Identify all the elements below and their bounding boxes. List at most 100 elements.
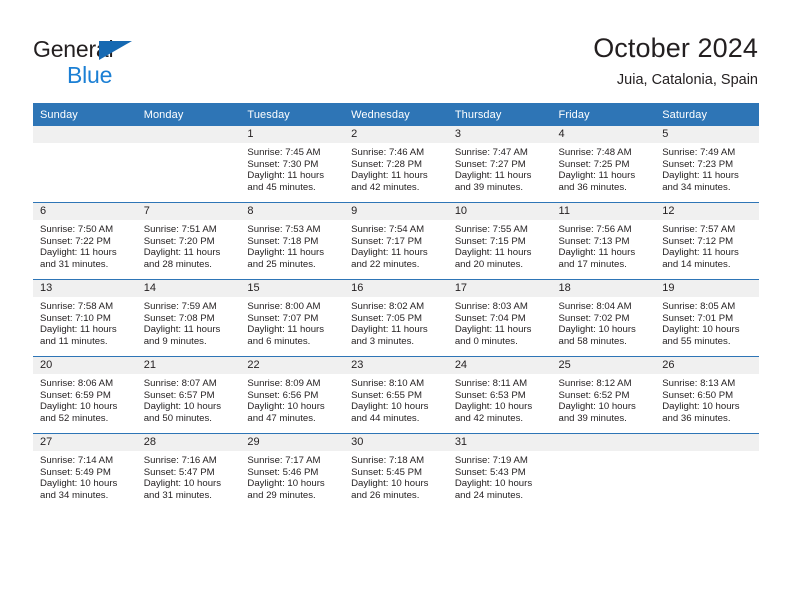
day-cell[interactable]: 3 Sunrise: 7:47 AM Sunset: 7:27 PM Dayli… bbox=[447, 126, 552, 203]
day-cell[interactable]: 20 Sunrise: 8:06 AM Sunset: 6:59 PM Dayl… bbox=[33, 356, 137, 434]
day-details: Sunrise: 7:49 AM Sunset: 7:23 PM Dayligh… bbox=[662, 147, 739, 194]
day-number: 24 bbox=[447, 357, 552, 374]
day-cell[interactable]: 5 Sunrise: 7:49 AM Sunset: 7:23 PM Dayli… bbox=[655, 126, 759, 203]
day-cell[interactable]: 26 Sunrise: 8:13 AM Sunset: 6:50 PM Dayl… bbox=[655, 356, 759, 434]
day-cell[interactable]: 25 Sunrise: 8:12 AM Sunset: 6:52 PM Dayl… bbox=[551, 356, 656, 434]
day-number: 29 bbox=[240, 434, 345, 451]
day-number bbox=[136, 126, 241, 143]
day-number: 11 bbox=[551, 203, 656, 220]
day-details: Sunrise: 8:06 AM Sunset: 6:59 PM Dayligh… bbox=[40, 378, 118, 425]
day-details: Sunrise: 8:11 AM Sunset: 6:53 PM Dayligh… bbox=[454, 378, 533, 425]
day-number: 22 bbox=[240, 357, 345, 374]
day-details bbox=[137, 143, 241, 147]
day-details: Sunrise: 7:57 AM Sunset: 7:12 PM Dayligh… bbox=[662, 224, 739, 271]
day-details: Sunrise: 7:19 AM Sunset: 5:43 PM Dayligh… bbox=[454, 455, 533, 502]
weekday-header-saturday: Saturday bbox=[655, 103, 759, 126]
day-details: Sunrise: 7:17 AM Sunset: 5:46 PM Dayligh… bbox=[247, 455, 325, 502]
day-cell[interactable]: 31 Sunrise: 7:19 AM Sunset: 5:43 PM Dayl… bbox=[447, 433, 552, 510]
day-cell[interactable]: 8 Sunrise: 7:53 AM Sunset: 7:18 PM Dayli… bbox=[240, 202, 345, 280]
brand-logo-top-row: General bbox=[33, 36, 183, 62]
day-cell[interactable]: 14 Sunrise: 7:59 AM Sunset: 7:08 PM Dayl… bbox=[136, 279, 241, 357]
calendar-week-row: 13 Sunrise: 7:58 AM Sunset: 7:10 PM Dayl… bbox=[33, 279, 759, 357]
day-cell[interactable]: 12 Sunrise: 7:57 AM Sunset: 7:12 PM Dayl… bbox=[655, 202, 759, 280]
weekday-header-sunday: Sunday bbox=[33, 103, 137, 126]
page-header: General Blue October 2024 Juia, Cataloni… bbox=[0, 0, 792, 100]
day-number: 19 bbox=[655, 280, 759, 297]
day-cell[interactable] bbox=[33, 126, 137, 203]
day-cell[interactable]: 6 Sunrise: 7:50 AM Sunset: 7:22 PM Dayli… bbox=[33, 202, 137, 280]
day-number: 25 bbox=[551, 357, 656, 374]
day-cell[interactable]: 9 Sunrise: 7:54 AM Sunset: 7:17 PM Dayli… bbox=[344, 202, 448, 280]
day-number: 28 bbox=[136, 434, 241, 451]
day-details: Sunrise: 7:46 AM Sunset: 7:28 PM Dayligh… bbox=[351, 147, 428, 194]
calendar-body: 1 Sunrise: 7:45 AM Sunset: 7:30 PM Dayli… bbox=[33, 126, 759, 510]
day-details: Sunrise: 8:13 AM Sunset: 6:50 PM Dayligh… bbox=[662, 378, 740, 425]
page-subtitle: Juia, Catalonia, Spain bbox=[616, 72, 758, 88]
day-details: Sunrise: 7:16 AM Sunset: 5:47 PM Dayligh… bbox=[143, 455, 222, 502]
day-number: 16 bbox=[344, 280, 448, 297]
day-cell[interactable]: 4 Sunrise: 7:48 AM Sunset: 7:25 PM Dayli… bbox=[551, 126, 656, 203]
day-number: 30 bbox=[344, 434, 448, 451]
day-details: Sunrise: 8:07 AM Sunset: 6:57 PM Dayligh… bbox=[143, 378, 222, 425]
day-cell[interactable] bbox=[551, 433, 656, 510]
day-details: Sunrise: 7:56 AM Sunset: 7:13 PM Dayligh… bbox=[558, 224, 636, 271]
brand-logo[interactable]: General Blue bbox=[33, 36, 183, 88]
day-cell[interactable]: 18 Sunrise: 8:04 AM Sunset: 7:02 PM Dayl… bbox=[551, 279, 656, 357]
day-cell[interactable]: 1 Sunrise: 7:45 AM Sunset: 7:30 PM Dayli… bbox=[240, 126, 345, 203]
day-cell[interactable]: 30 Sunrise: 7:18 AM Sunset: 5:45 PM Dayl… bbox=[344, 433, 448, 510]
day-details: Sunrise: 8:02 AM Sunset: 7:05 PM Dayligh… bbox=[351, 301, 428, 348]
day-cell[interactable]: 27 Sunrise: 7:14 AM Sunset: 5:49 PM Dayl… bbox=[33, 433, 137, 510]
weekday-header-monday: Monday bbox=[136, 103, 241, 126]
day-number bbox=[655, 434, 759, 451]
day-cell[interactable]: 24 Sunrise: 8:11 AM Sunset: 6:53 PM Dayl… bbox=[447, 356, 552, 434]
day-details: Sunrise: 8:00 AM Sunset: 7:07 PM Dayligh… bbox=[247, 301, 325, 348]
day-number: 13 bbox=[33, 280, 137, 297]
calendar-header-row: Sunday Monday Tuesday Wednesday Thursday… bbox=[33, 103, 759, 126]
day-details: Sunrise: 8:04 AM Sunset: 7:02 PM Dayligh… bbox=[558, 301, 636, 348]
weekday-header-tuesday: Tuesday bbox=[240, 103, 345, 126]
day-details: Sunrise: 7:55 AM Sunset: 7:15 PM Dayligh… bbox=[454, 224, 532, 271]
weekday-header-wednesday: Wednesday bbox=[344, 103, 448, 126]
day-cell[interactable] bbox=[136, 126, 241, 203]
day-cell[interactable]: 29 Sunrise: 7:17 AM Sunset: 5:46 PM Dayl… bbox=[240, 433, 345, 510]
day-number: 5 bbox=[655, 126, 759, 143]
day-number: 18 bbox=[551, 280, 656, 297]
day-number: 14 bbox=[136, 280, 241, 297]
day-number: 4 bbox=[551, 126, 656, 143]
day-details: Sunrise: 7:14 AM Sunset: 5:49 PM Dayligh… bbox=[40, 455, 118, 502]
day-cell[interactable]: 11 Sunrise: 7:56 AM Sunset: 7:13 PM Dayl… bbox=[551, 202, 656, 280]
day-cell[interactable]: 13 Sunrise: 7:58 AM Sunset: 7:10 PM Dayl… bbox=[33, 279, 137, 357]
day-details: Sunrise: 8:10 AM Sunset: 6:55 PM Dayligh… bbox=[351, 378, 429, 425]
day-details: Sunrise: 7:53 AM Sunset: 7:18 PM Dayligh… bbox=[247, 224, 325, 271]
day-cell[interactable]: 28 Sunrise: 7:16 AM Sunset: 5:47 PM Dayl… bbox=[136, 433, 241, 510]
day-cell[interactable]: 7 Sunrise: 7:51 AM Sunset: 7:20 PM Dayli… bbox=[136, 202, 241, 280]
day-details: Sunrise: 7:45 AM Sunset: 7:30 PM Dayligh… bbox=[247, 147, 325, 194]
day-details bbox=[655, 451, 759, 455]
day-cell[interactable]: 15 Sunrise: 8:00 AM Sunset: 7:07 PM Dayl… bbox=[240, 279, 345, 357]
day-cell[interactable]: 19 Sunrise: 8:05 AM Sunset: 7:01 PM Dayl… bbox=[655, 279, 759, 357]
day-cell[interactable]: 17 Sunrise: 8:03 AM Sunset: 7:04 PM Dayl… bbox=[447, 279, 552, 357]
day-number: 10 bbox=[447, 203, 552, 220]
day-cell[interactable]: 2 Sunrise: 7:46 AM Sunset: 7:28 PM Dayli… bbox=[344, 126, 448, 203]
day-cell[interactable]: 22 Sunrise: 8:09 AM Sunset: 6:56 PM Dayl… bbox=[240, 356, 345, 434]
calendar-week-row: 1 Sunrise: 7:45 AM Sunset: 7:30 PM Dayli… bbox=[33, 126, 759, 203]
day-cell[interactable] bbox=[655, 433, 759, 510]
day-details bbox=[33, 143, 137, 147]
day-cell[interactable]: 23 Sunrise: 8:10 AM Sunset: 6:55 PM Dayl… bbox=[344, 356, 448, 434]
day-number: 21 bbox=[136, 357, 241, 374]
day-details: Sunrise: 8:05 AM Sunset: 7:01 PM Dayligh… bbox=[662, 301, 740, 348]
calendar-week-row: 20 Sunrise: 8:06 AM Sunset: 6:59 PM Dayl… bbox=[33, 356, 759, 434]
day-details: Sunrise: 7:18 AM Sunset: 5:45 PM Dayligh… bbox=[351, 455, 429, 502]
day-number: 3 bbox=[447, 126, 552, 143]
day-details: Sunrise: 8:12 AM Sunset: 6:52 PM Dayligh… bbox=[558, 378, 636, 425]
day-details: Sunrise: 7:47 AM Sunset: 7:27 PM Dayligh… bbox=[454, 147, 532, 194]
day-cell[interactable]: 21 Sunrise: 8:07 AM Sunset: 6:57 PM Dayl… bbox=[136, 356, 241, 434]
day-cell[interactable]: 16 Sunrise: 8:02 AM Sunset: 7:05 PM Dayl… bbox=[344, 279, 448, 357]
day-cell[interactable]: 10 Sunrise: 7:55 AM Sunset: 7:15 PM Dayl… bbox=[447, 202, 552, 280]
day-number: 8 bbox=[240, 203, 345, 220]
day-number: 27 bbox=[33, 434, 137, 451]
day-number: 20 bbox=[33, 357, 137, 374]
day-number: 23 bbox=[344, 357, 448, 374]
calendar-week-row: 27 Sunrise: 7:14 AM Sunset: 5:49 PM Dayl… bbox=[33, 433, 759, 510]
weekday-header-friday: Friday bbox=[551, 103, 656, 126]
